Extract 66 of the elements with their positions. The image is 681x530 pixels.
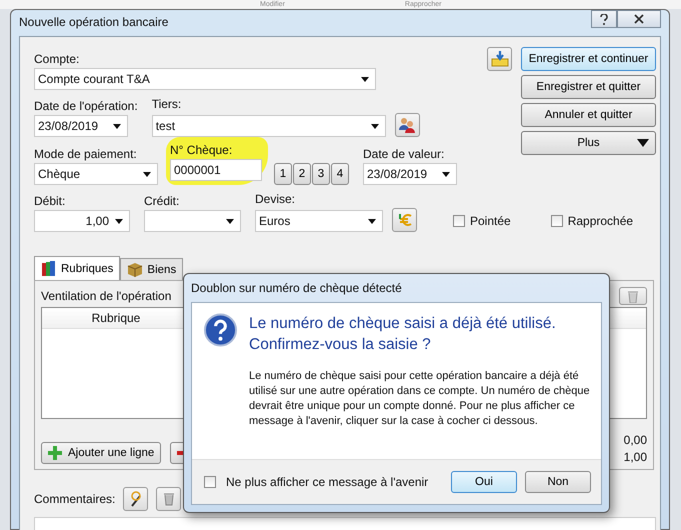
people-icon — [399, 117, 416, 133]
field-label: Tiers: — [152, 97, 182, 111]
column-header: Rubrique — [90, 310, 142, 327]
checkbox-label: Pointée — [470, 214, 511, 228]
field-label: Date de l'opération: — [34, 99, 138, 113]
dialog-button[interactable]: Non — [525, 471, 591, 493]
total-value: 0,00 — [624, 433, 647, 447]
value-date-dropdown[interactable]: 23/08/2019 — [363, 163, 457, 185]
delete-button[interactable] — [156, 487, 182, 511]
delete-button[interactable] — [619, 287, 647, 305]
currency-dropdown[interactable]: Euros — [255, 210, 383, 232]
action-button[interactable]: Enregistrer et quitter — [521, 75, 656, 99]
checkbox[interactable]: Pointée — [453, 214, 511, 228]
box-icon — [127, 262, 144, 277]
payee-dropdown[interactable]: test — [152, 115, 386, 137]
dialog-title: Doublon sur numéro de chèque détecté — [191, 280, 403, 297]
import-button[interactable] — [487, 47, 512, 71]
wand-button[interactable] — [123, 487, 148, 511]
action-button[interactable]: Enregistrer et continuer — [521, 47, 656, 71]
trash-icon — [162, 492, 175, 506]
tray-arrow-icon — [490, 51, 508, 67]
close-button[interactable] — [617, 10, 661, 28]
breakdown-caption: Ventilation de l'opération — [41, 289, 172, 303]
cheque-number-field[interactable]: 0000001 — [170, 159, 262, 181]
caret-icon — [637, 139, 649, 147]
number-button[interactable]: 4 — [331, 163, 349, 185]
total-value: 1,00 — [624, 450, 647, 464]
people-button[interactable] — [394, 113, 420, 137]
number-button[interactable]: 1 — [274, 163, 292, 185]
field-label: Devise: — [255, 192, 296, 206]
close-icon — [634, 14, 644, 24]
dialog-message: Le numéro de chèque saisi pour cette opération bancaire a déjà été utilisé sur une autre opération dans ce compte. Un numéro de chèque devrait être unique pour un compte donné. Pour ne plus afficher ce message à l'avenir, cliquer sur la case à cocher ci dessous. — [249, 369, 591, 429]
window-title: Nouvelle opération bancaire — [19, 14, 168, 29]
action-button[interactable]: Annuler et quitter — [521, 103, 656, 127]
checkbox-label: Rapprochée — [568, 214, 634, 228]
dialog-heading: Le numéro de chèque saisi a déjà été utilisé. Confirmez-vous la saisie ? — [249, 314, 557, 355]
field-label: Crédit: — [144, 194, 180, 208]
trash-icon — [627, 290, 639, 302]
currency-icon — [396, 212, 412, 228]
currency-button[interactable] — [392, 208, 417, 232]
field-label: N° Chèque: — [170, 143, 234, 157]
tab[interactable]: Biens — [120, 258, 184, 280]
checkbox-box[interactable] — [453, 215, 465, 227]
number-button[interactable]: 3 — [312, 163, 330, 185]
help-icon — [599, 14, 609, 24]
comments-label: Commentaires: — [34, 492, 116, 506]
date-dropdown[interactable]: 23/08/2019 — [34, 115, 128, 137]
question-icon — [204, 313, 237, 347]
help-button[interactable] — [591, 10, 617, 28]
field-label: Compte: — [34, 52, 80, 66]
number-button[interactable]: 2 — [293, 163, 311, 185]
field-label: Date de valeur: — [363, 147, 446, 161]
checkbox-box[interactable] — [550, 215, 563, 227]
account-dropdown[interactable]: Compte courant T&A — [34, 68, 376, 90]
action-button[interactable]: Plus — [521, 131, 656, 155]
field-label: Débit: — [34, 194, 66, 208]
debit-dropdown[interactable]: 1,00 — [34, 210, 130, 232]
add-line-button[interactable]: Ajouter une ligne — [41, 442, 162, 464]
tab[interactable]: Rubriques — [34, 256, 120, 280]
payment-mode-dropdown[interactable]: Chèque — [34, 163, 158, 185]
books-icon — [41, 261, 57, 276]
checkbox-box[interactable] — [204, 476, 216, 488]
plus-icon — [48, 446, 62, 460]
dialog-button[interactable]: Oui — [451, 471, 517, 493]
field-label: Mode de paiement: — [34, 147, 138, 161]
checkbox[interactable]: Rapprochée — [550, 214, 634, 228]
